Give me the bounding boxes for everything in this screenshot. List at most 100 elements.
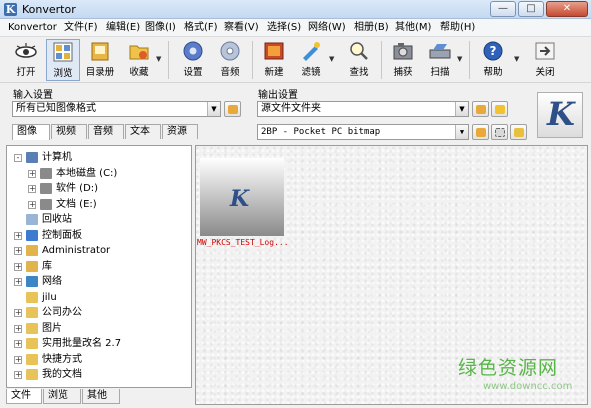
folder-icon	[476, 105, 486, 114]
catalog-button[interactable]: 目录册	[83, 39, 117, 81]
menu-other[interactable]: 其他(M)	[395, 21, 431, 35]
folder-icon	[26, 291, 38, 303]
expand-icon[interactable]: +	[14, 309, 22, 317]
control-panel-icon	[26, 229, 38, 241]
tab-browse[interactable]: 浏览	[43, 389, 81, 404]
format-select-button[interactable]	[491, 124, 508, 140]
favorites-dropdown-icon[interactable]: ▼	[156, 55, 164, 63]
open-button[interactable]: 打开	[9, 39, 43, 81]
favorites-button[interactable]: 收藏	[122, 39, 156, 81]
expand-icon[interactable]: +	[14, 247, 22, 255]
collapse-icon[interactable]: -	[14, 154, 22, 162]
output-folder-select[interactable]: 源文件文件夹 ▼	[257, 101, 469, 117]
menu-konvertor[interactable]: Konvertor	[8, 21, 57, 35]
separator	[252, 41, 253, 79]
tab-audio[interactable]: 音频	[88, 124, 124, 139]
close-tool-button[interactable]: 关闭	[528, 39, 562, 81]
settings-button[interactable]: 设置	[176, 39, 210, 81]
tree-item[interactable]: + 本地磁盘 (C:)	[7, 166, 191, 181]
format-extra-button[interactable]	[510, 124, 527, 140]
minimize-button[interactable]: —	[490, 1, 516, 17]
tree-item[interactable]: + 控制面板	[7, 228, 191, 243]
help-button[interactable]: ? 帮助	[476, 39, 510, 81]
expand-icon[interactable]: +	[14, 371, 22, 379]
output-folder-browse-button[interactable]	[472, 101, 489, 117]
browse-button[interactable]: 浏览	[46, 39, 80, 81]
folder-icon	[26, 338, 38, 349]
expand-icon[interactable]: +	[28, 169, 36, 178]
tree-item[interactable]: + 公司办公	[7, 305, 191, 320]
scan-button[interactable]: 扫描	[423, 39, 457, 81]
capture-button[interactable]: 捕获	[386, 39, 420, 81]
image-thumbnail[interactable]: K	[200, 158, 284, 236]
expand-icon[interactable]: +	[14, 278, 22, 286]
expand-icon[interactable]: +	[14, 231, 22, 240]
tree-item[interactable]: - 计算机	[7, 150, 191, 165]
tree-item[interactable]: + 实用批量改名 2.7	[7, 336, 191, 351]
expand-icon[interactable]: +	[14, 262, 22, 271]
expand-icon[interactable]: +	[14, 324, 22, 333]
menu-format[interactable]: 格式(F)	[184, 21, 218, 35]
watermark-url: www.downcc.com	[483, 381, 573, 392]
tree-item[interactable]: 回收站	[7, 212, 191, 227]
maximize-button[interactable]: □	[518, 1, 544, 17]
tree-item[interactable]: + 我的文档	[7, 367, 191, 382]
tab-files[interactable]: 文件	[6, 389, 42, 404]
tree-item[interactable]: jilu	[7, 290, 191, 305]
tree-item[interactable]: + 快捷方式	[7, 352, 191, 367]
arrow-icon	[495, 105, 505, 114]
filter-dropdown-icon[interactable]: ▼	[329, 55, 337, 63]
menu-help[interactable]: 帮助(H)	[440, 21, 475, 35]
konvertor-logo[interactable]: K	[537, 92, 583, 138]
tree-item[interactable]: + 网络	[7, 274, 191, 289]
title-bar: K Konvertor — □ ✕	[0, 0, 591, 19]
tab-video[interactable]: 视频	[51, 124, 87, 139]
computer-icon	[26, 152, 38, 163]
find-button[interactable]: 查找	[342, 39, 376, 81]
tree-item[interactable]: + 文档 (E:)	[7, 197, 191, 212]
format-options-button[interactable]	[472, 124, 489, 140]
tree-item-label: 文档 (E:)	[56, 198, 97, 210]
close-window-button[interactable]: ✕	[546, 1, 588, 17]
tab-other[interactable]: 其他	[82, 389, 120, 404]
expand-icon[interactable]: +	[14, 340, 22, 348]
menu-network[interactable]: 网络(W)	[308, 21, 346, 35]
output-format-select[interactable]: 2BP - Pocket PC bitmap ▼	[257, 124, 469, 140]
menu-album[interactable]: 相册(B)	[354, 21, 389, 35]
folder-tree[interactable]: - 计算机 + 本地磁盘 (C:) + 软件 (D:) + 文档 (E:) 回收站 + 控制面板 + A…	[6, 145, 192, 388]
tree-item[interactable]: + 软件 (D:)	[7, 181, 191, 196]
image-browser[interactable]: K MW_PKCS_TEST_Log... 绿色资源网 www.downcc.c…	[195, 145, 588, 405]
tab-resource[interactable]: 资源	[162, 124, 198, 139]
konvertor-logo-icon: K	[547, 95, 575, 133]
toolbar: 打开 浏览 目录册 收藏 ▼ 设置 音频 新建 滤镜 ▼ 查找 捕获 扫描 ▼ …	[0, 37, 591, 83]
input-options-button[interactable]	[224, 101, 241, 117]
thumbnail-caption[interactable]: MW_PKCS_TEST_Log...	[197, 238, 289, 247]
filter-button[interactable]: 滤镜	[294, 39, 328, 81]
expand-icon[interactable]: +	[14, 355, 22, 364]
audio-button[interactable]: 音频	[213, 39, 247, 81]
star-icon	[514, 128, 524, 137]
expand-icon[interactable]: +	[28, 200, 36, 209]
menu-image[interactable]: 图像(I)	[145, 21, 176, 35]
input-format-select[interactable]: 所有已知图像格式 ▼	[12, 101, 221, 117]
menu-file[interactable]: 文件(F)	[64, 21, 98, 35]
separator	[469, 41, 470, 79]
tab-text[interactable]: 文本	[125, 124, 161, 139]
menu-view[interactable]: 察看(V)	[224, 21, 259, 35]
help-dropdown-icon[interactable]: ▼	[514, 55, 522, 63]
svg-text:?: ?	[490, 44, 497, 58]
tree-item[interactable]: + 图片	[7, 321, 191, 336]
tab-image[interactable]: 图像	[12, 124, 50, 140]
output-folder-up-button[interactable]	[491, 101, 508, 117]
filter-label: 滤镜	[301, 67, 321, 78]
user-folder-icon	[26, 245, 38, 256]
tree-item[interactable]: + Administrator	[7, 243, 191, 258]
menu-select[interactable]: 选择(S)	[267, 21, 301, 35]
menu-edit[interactable]: 编辑(E)	[106, 21, 140, 35]
new-button[interactable]: 新建	[257, 39, 291, 81]
audio-disc-icon	[220, 41, 240, 61]
tree-item[interactable]: + 库	[7, 259, 191, 274]
input-settings-label: 输入设置	[13, 90, 53, 101]
expand-icon[interactable]: +	[28, 185, 36, 193]
scan-dropdown-icon[interactable]: ▼	[457, 55, 465, 63]
